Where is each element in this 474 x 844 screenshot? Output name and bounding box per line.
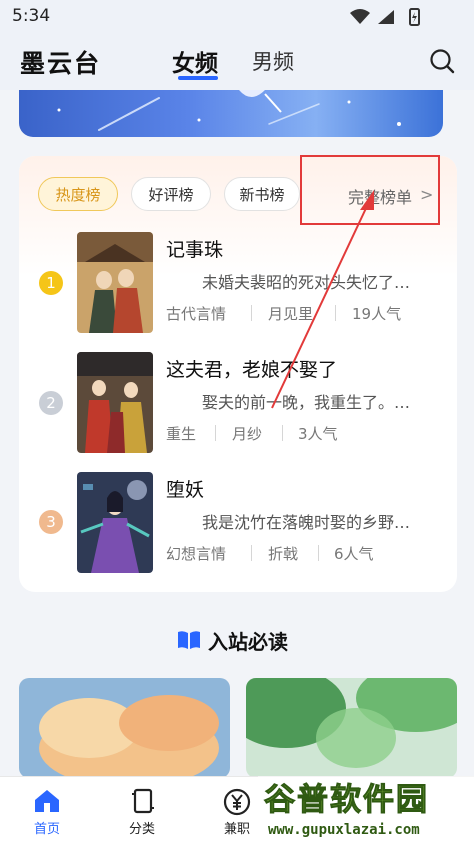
meta-divider (251, 545, 252, 561)
home-icon[interactable] (34, 789, 60, 813)
svg-text:谷普软件园: 谷普软件园 (264, 782, 429, 818)
book-open-icon (178, 631, 200, 649)
book-desc: 我是沈竹在落魄时娶的乡野… (202, 513, 411, 532)
tab-rating-ranking[interactable]: 好评榜 (131, 177, 211, 211)
book-cover[interactable] (77, 352, 153, 453)
wifi-icon (350, 9, 370, 24)
rank-badge: 1 (39, 271, 63, 295)
book-title[interactable]: 堕妖 (166, 475, 204, 502)
annotation-arrow (271, 190, 374, 409)
meta-divider (282, 425, 283, 441)
book-genre: 古代言情 (166, 305, 227, 323)
book-author: 折戟 (268, 545, 299, 563)
nav-parttime-label[interactable]: 兼职 (224, 818, 250, 837)
book-cover[interactable] (77, 472, 153, 573)
section-title: 入站必读 (208, 630, 288, 654)
nav-category-label[interactable]: 分类 (129, 818, 155, 837)
book-author: 月纱 (232, 425, 263, 443)
rank-badge: 2 (39, 391, 63, 415)
status-icons (350, 8, 420, 26)
article-thumbnail[interactable] (19, 678, 230, 778)
book-cover[interactable] (77, 232, 153, 333)
signal-icon (378, 10, 394, 24)
meta-divider (318, 545, 319, 561)
status-time: 5:34 (12, 6, 51, 26)
svg-text:www.gupuxlazai.com: www.gupuxlazai.com (268, 822, 420, 838)
yen-coin-icon[interactable] (223, 788, 251, 816)
category-icon[interactable] (131, 788, 155, 814)
meta-divider (215, 425, 216, 441)
tab-hot-ranking[interactable]: 热度榜 (38, 177, 118, 211)
rank-badge: 3 (39, 510, 63, 534)
tab-male[interactable]: 男频 (252, 46, 294, 76)
book-title[interactable]: 记事珠 (166, 235, 223, 262)
article-thumbnail[interactable] (246, 678, 457, 778)
tab-female[interactable]: 女频 (172, 44, 218, 78)
search-icon[interactable] (428, 47, 456, 75)
tab-active-indicator (178, 76, 218, 80)
meta-divider (251, 305, 252, 321)
book-popularity: 6人气 (334, 545, 374, 563)
book-genre: 重生 (166, 425, 197, 443)
book-genre: 幻想言情 (166, 545, 227, 563)
watermark-logo: 谷普软件园 www.gupuxlazai.com (258, 776, 474, 843)
nav-home-label[interactable]: 首页 (34, 818, 60, 837)
app-brand: 墨云台 (20, 49, 102, 78)
book-popularity: 3人气 (298, 425, 338, 443)
promo-banner[interactable] (19, 90, 443, 137)
